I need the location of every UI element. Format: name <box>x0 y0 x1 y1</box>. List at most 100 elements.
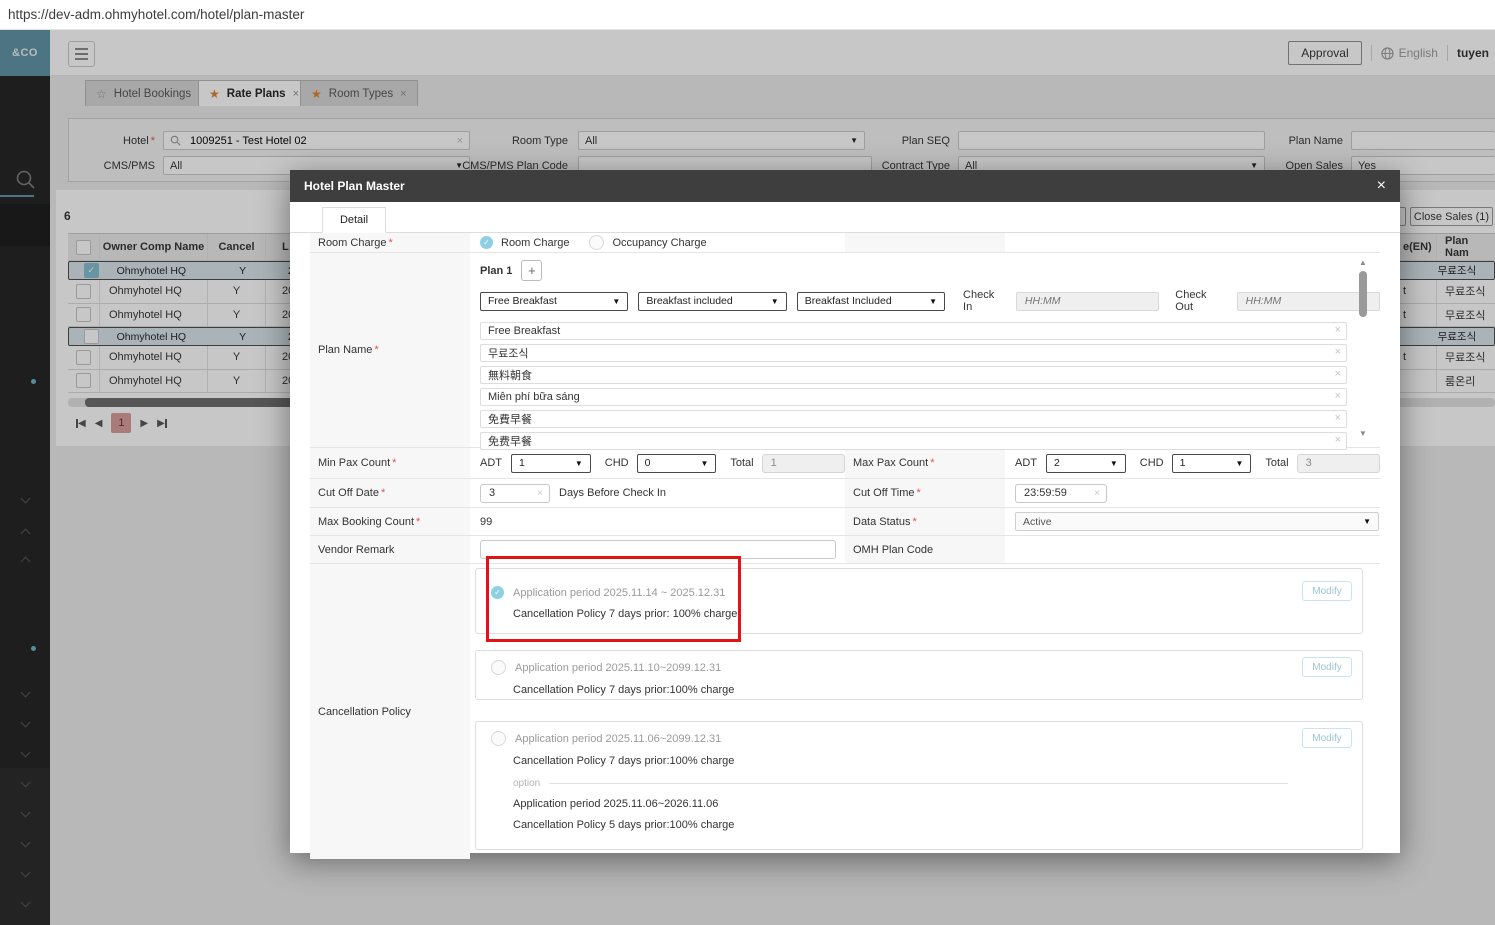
max-booking-label: Max Booking Count * <box>310 508 470 535</box>
plan-name-content: Plan 1 + Free Breakfast ▼ Breakfast inclu… <box>470 253 1380 450</box>
clear-icon[interactable]: × <box>1335 346 1341 358</box>
dropdown-arrow-icon: ▼ <box>929 296 938 306</box>
dropdown-arrow-icon: ▼ <box>770 296 779 306</box>
clear-icon[interactable]: × <box>1335 324 1341 336</box>
hotel-plan-master-modal: Hotel Plan Master × Detail Room Charge * … <box>290 170 1400 859</box>
tab-detail[interactable]: Detail <box>322 207 386 233</box>
modify-button[interactable]: Modify <box>1302 657 1352 677</box>
max-total-input <box>1296 453 1381 473</box>
clear-icon[interactable]: × <box>537 488 543 499</box>
policy-period: Application period 2025.11.10~2099.12.31 <box>515 661 722 674</box>
plan-type-select-1[interactable]: Free Breakfast ▼ <box>480 291 629 311</box>
modify-button[interactable]: Modify <box>1302 728 1352 748</box>
policy-text: Cancellation Policy 7 days prior: 100% c… <box>513 608 738 620</box>
dropdown-arrow-icon: ▼ <box>1235 458 1244 468</box>
max-pax-content: ADT 2 ▼ CHD 1 ▼ Total <box>1005 448 1381 478</box>
plan-name-input[interactable]: × <box>480 322 1347 340</box>
plan-type-select-3[interactable]: Breakfast Included ▼ <box>796 291 946 311</box>
plan-name-input[interactable]: × <box>480 344 1347 362</box>
cancellation-policy-card[interactable]: ✓ Application period 2025.11.14 ~ 2025.1… <box>475 568 1363 634</box>
dropdown-arrow-icon: ▼ <box>700 458 709 468</box>
check-in-input[interactable] <box>1015 291 1160 311</box>
plan-name-input[interactable]: × <box>480 388 1347 406</box>
plan-name-label: Plan Name * <box>310 253 470 447</box>
modal-tab-strip: Detail <box>290 202 1400 233</box>
modal-form: Room Charge * ✓ Room Charge Occupancy Cha… <box>310 233 1381 859</box>
min-total-input <box>761 453 846 473</box>
pax-count-row: Min Pax Count* ADT 1▼ CHD 0▼ Total Max P… <box>310 447 1381 478</box>
min-adt-select[interactable]: 1 ▼ <box>511 453 591 473</box>
cut-off-date-suffix: Days Before Check In <box>559 487 666 499</box>
vendor-remark-input[interactable] <box>480 540 836 559</box>
omh-plan-code-label: OMH Plan Code <box>845 536 1005 563</box>
cut-off-time-input[interactable]: × <box>1015 483 1107 503</box>
cancellation-policy-card[interactable]: Application period 2025.11.10~2099.12.31… <box>475 650 1363 700</box>
option-period: Application period 2025.11.06~2026.11.06 <box>513 798 719 810</box>
policy-period: Application period 2025.11.06~2099.12.31 <box>515 732 722 745</box>
plan-name-input[interactable]: × <box>480 432 1347 450</box>
max-adt-select[interactable]: 2 ▼ <box>1046 453 1126 473</box>
page-root: https://dev-adm.ohmyhotel.com/hotel/plan… <box>0 0 1495 925</box>
clear-icon[interactable]: × <box>1335 412 1341 424</box>
max-chd-select[interactable]: 1 ▼ <box>1171 453 1252 473</box>
clear-icon[interactable]: × <box>1335 434 1341 446</box>
radio-policy[interactable] <box>491 660 506 675</box>
max-booking-value: 99 <box>480 515 493 528</box>
dropdown-arrow-icon: ▼ <box>574 458 583 468</box>
option-policy: Cancellation Policy 5 days prior:100% ch… <box>513 819 735 831</box>
clear-icon[interactable]: × <box>1335 390 1341 402</box>
clear-icon[interactable]: × <box>1094 488 1100 499</box>
room-charge-options: ✓ Room Charge Occupancy Charge <box>470 233 845 252</box>
room-charge-row: Room Charge * ✓ Room Charge Occupancy Cha… <box>310 233 1380 252</box>
cut-off-date-label: Cut Off Date * <box>310 479 470 507</box>
plan-type-select-2[interactable]: Breakfast included ▼ <box>638 291 787 311</box>
vendor-remark-label: Vendor Remark <box>310 536 470 563</box>
booking-status-row: Max Booking Count * 99 Data Status * Activ… <box>310 507 1380 535</box>
cancellation-content: ✓ Application period 2025.11.14 ~ 2025.1… <box>470 564 1380 859</box>
plan-name-input[interactable]: × <box>480 366 1347 384</box>
empty-label-cell <box>845 233 1005 252</box>
plan-group-label: Plan 1 <box>480 264 513 277</box>
add-plan-button[interactable]: + <box>521 260 543 281</box>
min-chd-select[interactable]: 0 ▼ <box>636 453 717 473</box>
plan-name-list: × × × × × × <box>480 322 1380 450</box>
policy-text: Cancellation Policy 7 days prior:100% ch… <box>513 684 735 696</box>
radio-policy-selected[interactable]: ✓ <box>491 586 504 599</box>
radio-room-charge[interactable]: ✓ <box>480 236 493 249</box>
plan-name-row: Plan Name * Plan 1 + Free Breakfast ▼ Brea… <box>310 252 1380 450</box>
cancellation-policy-card[interactable]: Application period 2025.11.06~2099.12.31… <box>475 721 1363 850</box>
cut-off-date-content: × Days Before Check In <box>470 479 845 507</box>
option-divider: option <box>513 778 1288 789</box>
scroll-up-icon[interactable]: ▲ <box>1359 258 1367 267</box>
dropdown-arrow-icon: ▼ <box>612 296 621 306</box>
cancellation-row: Cancellation Policy ✓ Application period… <box>310 563 1380 859</box>
modify-button[interactable]: Modify <box>1302 581 1352 601</box>
clear-icon[interactable]: × <box>1335 368 1341 380</box>
plan-selects-row: Free Breakfast ▼ Breakfast included ▼ Brea… <box>480 289 1380 313</box>
max-pax-label: Max Pax Count * <box>845 448 1005 478</box>
vendor-remark-row: Vendor Remark OMH Plan Code <box>310 535 1380 563</box>
page-url: https://dev-adm.ohmyhotel.com/hotel/plan… <box>8 7 305 22</box>
cancellation-label: Cancellation Policy <box>310 564 470 859</box>
cut-off-time-label: Cut Off Time * <box>845 479 1005 507</box>
plan-group: Plan 1 + <box>480 260 1380 281</box>
data-status-label: Data Status * <box>845 508 1005 535</box>
plan-name-input[interactable]: × <box>480 410 1347 428</box>
scroll-down-icon[interactable]: ▼ <box>1359 429 1367 438</box>
dropdown-arrow-icon: ▼ <box>1109 458 1118 468</box>
scrollbar-thumb[interactable] <box>1359 271 1367 317</box>
option-label: option <box>513 778 541 789</box>
cut-off-date-input[interactable]: × <box>480 483 550 503</box>
vertical-scrollbar[interactable]: ▲ ▼ <box>1358 258 1369 438</box>
close-icon[interactable]: × <box>1377 177 1386 195</box>
data-status-select[interactable]: Active ▼ <box>1015 512 1379 531</box>
min-pax-content: ADT 1 ▼ CHD 0 ▼ Total <box>470 448 846 478</box>
radio-policy[interactable] <box>491 731 506 746</box>
check-out-label: Check Out <box>1175 289 1207 313</box>
room-charge-label: Room Charge * <box>310 233 470 252</box>
min-pax-label: Min Pax Count * <box>310 448 470 478</box>
policy-text: Cancellation Policy 7 days prior:100% ch… <box>513 755 735 767</box>
browser-url-bar: https://dev-adm.ohmyhotel.com/hotel/plan… <box>0 0 1495 30</box>
radio-occupancy-charge[interactable] <box>589 235 605 250</box>
modal-title: Hotel Plan Master <box>304 179 405 193</box>
